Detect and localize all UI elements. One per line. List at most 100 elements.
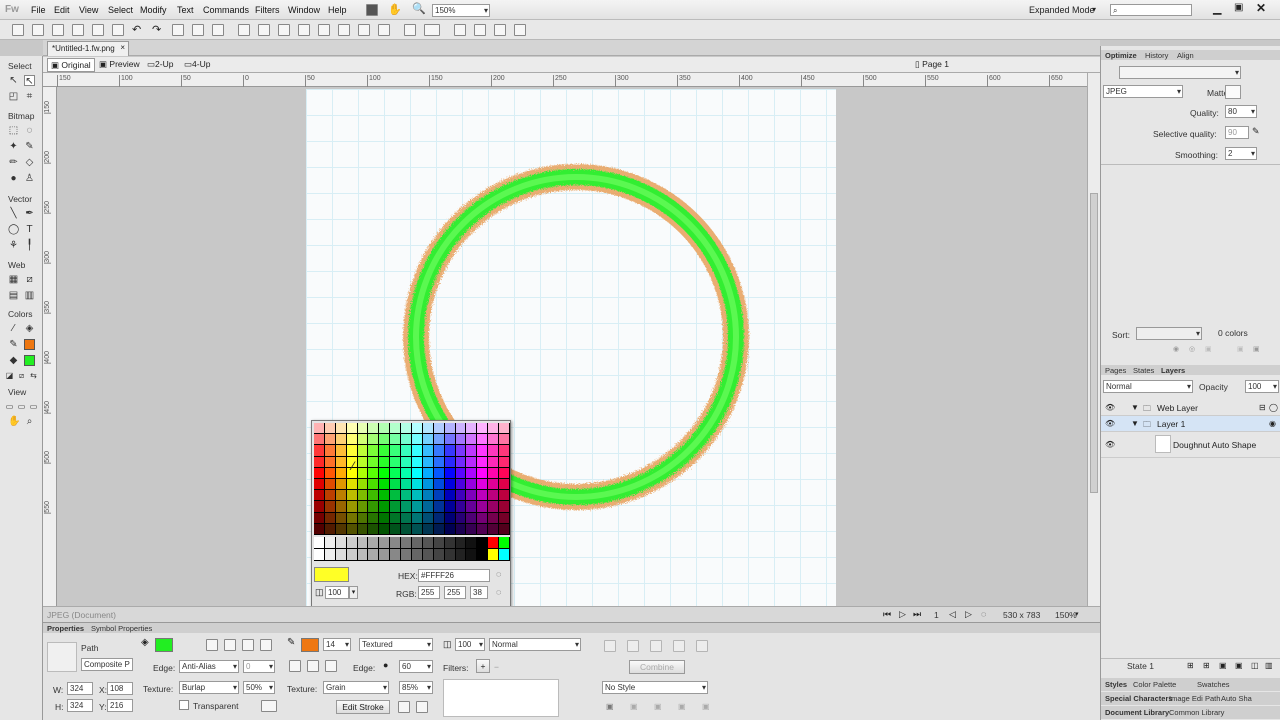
color-swatch[interactable] (433, 445, 444, 456)
page-indicator[interactable]: ▯ Page 1 (915, 59, 949, 70)
flip-v-icon[interactable] (514, 24, 526, 36)
color-swatch[interactable] (335, 467, 346, 478)
color-swatch[interactable] (477, 434, 488, 445)
color-swatch[interactable] (433, 490, 444, 501)
gray-swatch[interactable] (335, 549, 346, 560)
search-field[interactable]: ⌕ (1110, 4, 1192, 16)
tab-optimize[interactable]: Optimize (1105, 51, 1137, 60)
color-swatch[interactable] (368, 512, 379, 523)
color-swatch[interactable] (401, 479, 411, 490)
default-colors-icon[interactable]: ◪ (4, 370, 15, 381)
tab-swatches[interactable]: Swatches (1197, 680, 1230, 689)
gray-swatch[interactable] (422, 549, 433, 560)
matte-color-swatch[interactable] (1225, 85, 1241, 99)
layer-share-icon[interactable]: ◯ (1269, 403, 1278, 412)
layer-name[interactable]: Layer 1 (1157, 419, 1185, 429)
gray-swatch[interactable] (433, 537, 444, 548)
gray-swatch[interactable] (455, 537, 466, 548)
align-icon[interactable] (404, 24, 416, 36)
marquee-tool-icon[interactable]: ⬚ (8, 125, 19, 136)
hex-input[interactable]: #FFFF26 (418, 569, 490, 582)
color-swatch[interactable] (357, 501, 368, 512)
color-swatch[interactable] (390, 490, 401, 501)
menu-modify[interactable]: Modify (140, 5, 167, 15)
color-swatch[interactable] (335, 523, 346, 534)
color-swatch[interactable] (379, 501, 390, 512)
gray-swatch[interactable] (390, 537, 401, 548)
color-swatch[interactable] (324, 479, 335, 490)
color-swatch[interactable] (422, 479, 433, 490)
status-zoom[interactable]: 150% (1055, 610, 1077, 620)
visibility-eye-icon[interactable]: 👁 (1105, 440, 1115, 449)
menu-file[interactable]: File (31, 5, 46, 15)
tab-color-palette[interactable]: Color Palette (1133, 680, 1176, 689)
tab-document-library[interactable]: Document Library (1105, 708, 1169, 717)
color-swatch[interactable] (368, 467, 379, 478)
color-swatch[interactable] (422, 456, 433, 467)
color-swatch[interactable] (335, 445, 346, 456)
combine-subtract-icon[interactable] (627, 640, 639, 652)
color-swatch[interactable] (390, 512, 401, 523)
layers-icon-c[interactable]: ▣ (1219, 661, 1227, 670)
color-swatch[interactable] (477, 423, 488, 434)
layers-icon-a[interactable]: ⊞ (1187, 661, 1194, 670)
zoom-icon[interactable]: 🔍 (412, 2, 426, 15)
color-swatch[interactable] (379, 445, 390, 456)
close-icon[interactable]: ✕ (1256, 1, 1266, 15)
color-swatch[interactable] (412, 479, 422, 490)
color-swatch[interactable] (466, 434, 477, 445)
color-swatch[interactable] (357, 434, 368, 445)
export-icon[interactable] (92, 24, 104, 36)
color-swatch[interactable] (444, 467, 455, 478)
fill-color-swatch[interactable] (24, 355, 35, 366)
color-swatch[interactable] (455, 456, 466, 467)
gray-swatch[interactable] (379, 549, 390, 560)
play-icon[interactable]: ▷ (899, 609, 906, 620)
status-zoom-arrow-icon[interactable]: ▾ (1075, 610, 1079, 618)
split-icon[interactable] (298, 24, 310, 36)
document-tab[interactable]: *Untitled-1.fw.png × (47, 41, 129, 56)
color-swatch[interactable] (346, 434, 357, 445)
color-swatch[interactable] (346, 512, 357, 523)
visibility-eye-icon[interactable]: 👁 (1105, 403, 1115, 412)
color-swatch[interactable] (488, 434, 499, 445)
gray-swatch[interactable] (368, 549, 379, 560)
optimize-preset-select[interactable] (1119, 66, 1241, 79)
tab-history[interactable]: History (1145, 51, 1168, 60)
color-swatch[interactable] (499, 467, 509, 478)
stroke-inside-icon[interactable] (289, 660, 301, 672)
layer-row-doughnut[interactable]: 👁 Doughnut Auto Shape (1101, 432, 1280, 458)
fill-options-icon[interactable] (261, 700, 277, 712)
color-swatch[interactable] (477, 501, 488, 512)
color-swatch[interactable] (390, 523, 401, 534)
object-name-input[interactable]: Composite P (81, 658, 133, 671)
color-swatch[interactable] (422, 423, 433, 434)
color-swatch[interactable] (455, 445, 466, 456)
color-swatch[interactable] (433, 456, 444, 467)
stroke-options-icon[interactable] (398, 701, 410, 713)
color-swatch[interactable] (477, 512, 488, 523)
tab-auto-shape[interactable]: Auto Sha (1221, 694, 1252, 703)
fill-gradient-icon[interactable] (242, 639, 254, 651)
style-delete-icon[interactable]: ▣ (702, 702, 710, 711)
fill-solid-icon[interactable] (224, 639, 236, 651)
gray-swatch[interactable] (466, 549, 477, 560)
tab-symbol-properties[interactable]: Symbol Properties (91, 624, 152, 633)
blue-input[interactable]: 38 (470, 586, 488, 599)
combine-button[interactable]: Combine (629, 660, 685, 674)
color-swatch[interactable] (324, 445, 335, 456)
canvas-area[interactable] (57, 87, 1087, 607)
gray-swatch[interactable] (368, 537, 379, 548)
gray-swatch[interactable] (379, 537, 390, 548)
gray-swatch[interactable] (444, 549, 455, 560)
color-swatch[interactable] (379, 523, 390, 534)
combine-union-icon[interactable] (604, 640, 616, 652)
color-swatch[interactable] (412, 434, 422, 445)
gray-swatch[interactable] (488, 537, 499, 548)
color-swatch[interactable] (324, 501, 335, 512)
gray-swatch[interactable] (466, 537, 477, 548)
color-swatch[interactable] (466, 423, 477, 434)
fill-color-box[interactable] (155, 638, 173, 652)
layer-row-layer1[interactable]: 👁 ▼ 🗀 Layer 1 ◉ (1101, 416, 1280, 432)
import-icon[interactable] (72, 24, 84, 36)
